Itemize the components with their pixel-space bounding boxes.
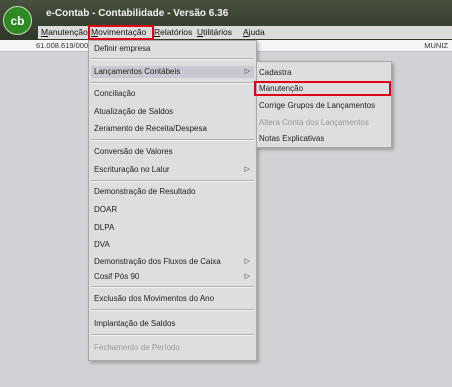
menu-ajuda[interactable]: Ajuda	[243, 27, 265, 37]
submenu-arrow-icon: ▷	[244, 258, 250, 265]
menuitem-definir-empresa[interactable]: Definir empresa	[94, 44, 150, 53]
menu-separator	[91, 82, 254, 84]
menuitem-exclusao-movimentos[interactable]: Exclusão dos Movimentos do Ano	[94, 294, 214, 303]
menuitem-implantacao-saldos[interactable]: Implantação de Saldos	[94, 319, 175, 328]
user-name: MUNIZ	[424, 41, 448, 50]
app-title: e-Contab - Contabilidade - Versão 6.36	[46, 8, 229, 19]
submenu-item-altera-conta: Altera Conta dos Lançamentos	[259, 118, 369, 127]
menuitem-zeramento[interactable]: Zeramento de Receita/Despesa	[94, 124, 207, 133]
submenu-arrow-icon: ▷	[244, 68, 250, 75]
menuitem-conciliacao[interactable]: Conciliação	[94, 89, 135, 98]
menuitem-fechamento-periodo: Fechamento de Período	[94, 343, 180, 352]
menu-utilitarios-label: tilitários	[203, 27, 232, 37]
menu-separator	[91, 180, 254, 182]
menu-utilitarios[interactable]: Utilitários	[197, 27, 232, 37]
submenu-item-cadastra[interactable]: Cadastra	[259, 68, 291, 77]
menu-relatorios[interactable]: Relatórios	[154, 27, 192, 37]
menuitem-conversao-valores[interactable]: Conversão de Valores	[94, 147, 173, 156]
submenu-manutencao-highlight	[254, 81, 391, 96]
submenu-arrow-icon: ▷	[244, 273, 250, 280]
menu-manutencao-label: anutenção	[48, 27, 88, 37]
lancamentos-submenu: Cadastra Manutenção Corrige Grupos de La…	[256, 61, 392, 148]
menu-separator	[91, 58, 254, 60]
menuitem-atualizacao-saldos[interactable]: Atualização de Saldos	[94, 107, 173, 116]
menuitem-doar[interactable]: DOAR	[94, 205, 117, 214]
menu-separator	[91, 286, 254, 288]
app-logo: cb	[3, 6, 32, 35]
menuitem-cosif[interactable]: Cosif Pós 90	[94, 272, 139, 281]
menuitem-dlpa[interactable]: DLPA	[94, 223, 114, 232]
submenu-item-corrige-grupos[interactable]: Corrige Grupos de Lançamentos	[259, 101, 375, 110]
menuitem-demonstracao-resultado[interactable]: Demonstração de Resultado	[94, 187, 195, 196]
menu-ajuda-label: juda	[248, 27, 265, 37]
menu-separator	[91, 334, 254, 336]
menuitem-escrituracao-lalur[interactable]: Escrituração no Lalur	[94, 165, 170, 174]
menuitem-lancamentos-contabeis[interactable]: Lançamentos Contábeis ▷	[91, 66, 254, 78]
menu-manutencao[interactable]: Manutenção	[41, 27, 88, 37]
menu-relatorios-label: elatórios	[160, 27, 193, 37]
menu-movimentacao-highlight	[88, 25, 154, 40]
menu-separator	[91, 139, 254, 141]
submenu-arrow-icon: ▷	[244, 166, 250, 173]
submenu-item-notas-explicativas[interactable]: Notas Explicativas	[259, 134, 324, 143]
menuitem-demonstracao-fluxos[interactable]: Demonstração dos Fluxos de Caixa	[94, 257, 221, 266]
movimentacao-dropdown: Definir empresa Lançamentos Contábeis ▷ …	[88, 40, 257, 361]
menu-separator	[91, 309, 254, 311]
menuitem-dva[interactable]: DVA	[94, 240, 110, 249]
menuitem-lancamentos-contabeis-label: Lançamentos Contábeis	[94, 67, 181, 76]
